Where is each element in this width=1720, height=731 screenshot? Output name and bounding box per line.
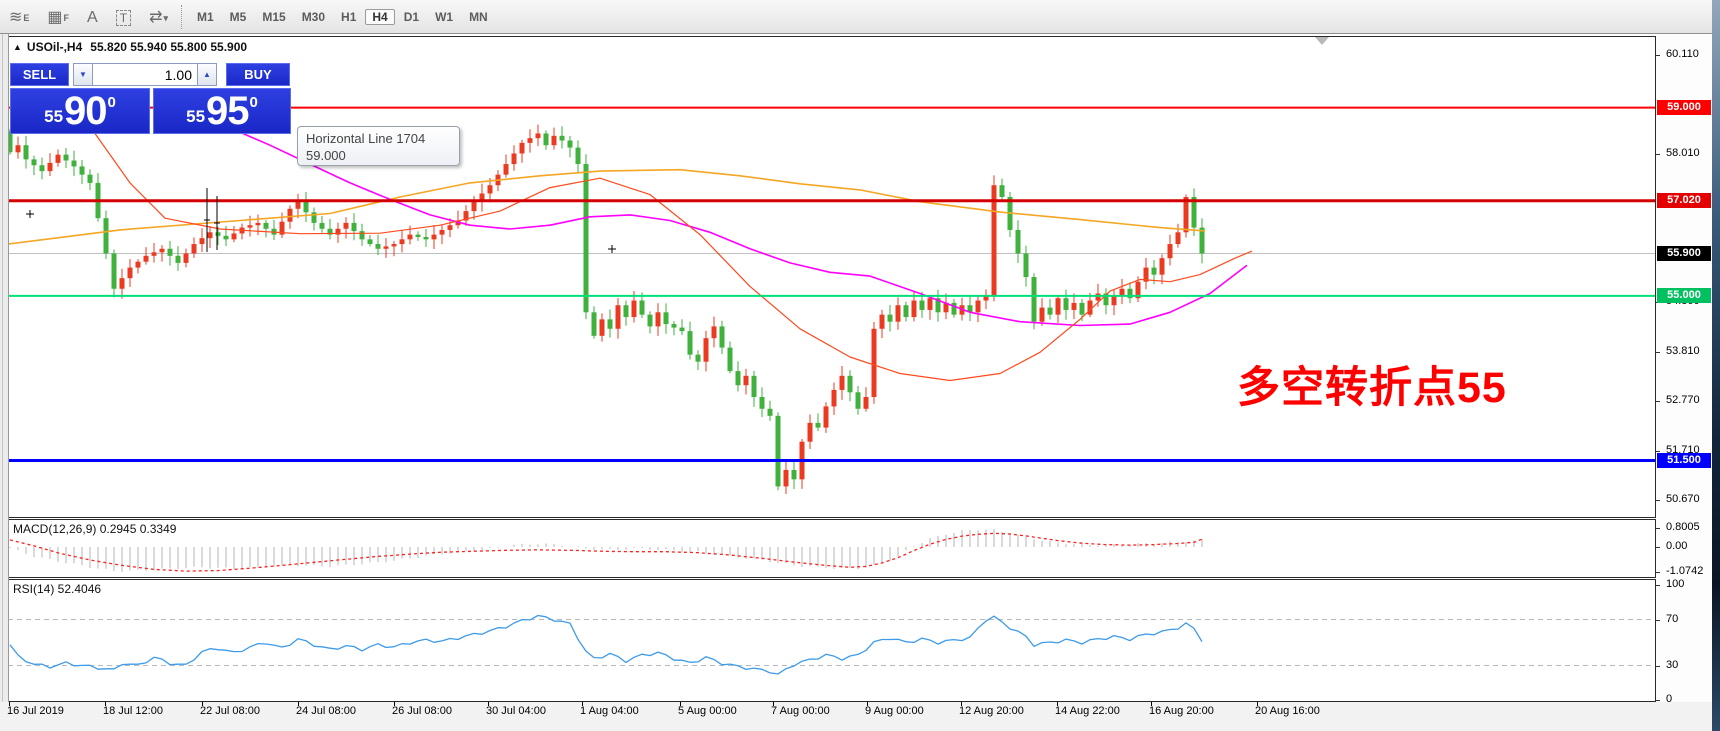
sell-price-big: 90 [64, 91, 107, 131]
toolbar-icons: ≋E ▦F AT ⇄▾ [0, 4, 177, 29]
toolbar: ≋E ▦F AT ⇄▾ M1M5M15M30H1H4D1W1MN [0, 0, 1712, 34]
sell-price-small: 55 [44, 107, 63, 127]
sell-button[interactable]: SELL [10, 63, 69, 86]
one-click-trading-panel: SELL ▼ ▲ BUY 55 90 0 55 95 0 [10, 63, 291, 134]
sell-price-button[interactable]: 55 90 0 [10, 88, 150, 134]
annotation-text: 多空转折点55 [1237, 353, 1507, 415]
volume-increase-button[interactable]: ▲ [197, 63, 217, 86]
buy-price-sup: 0 [250, 94, 258, 111]
timeframe-button-mn[interactable]: MN [462, 9, 495, 25]
mt4-terminal-window: ≋E ▦F AT ⇄▾ M1M5M15M30H1H4D1W1MN ▲ USOil-,H… [0, 0, 1720, 731]
chart-shift-marker-icon[interactable] [1315, 37, 1329, 45]
cursor-arrows-icon[interactable]: ⇄▾ [149, 5, 168, 29]
rsi-series [8, 616, 1656, 674]
collapse-icon[interactable]: ▲ [13, 42, 22, 52]
chevron-down-icon: ▼ [79, 70, 87, 79]
timeframe-button-h4[interactable]: H4 [365, 9, 394, 25]
expert-advisor-icon[interactable]: ≋E [9, 5, 29, 29]
timeframe-button-d1[interactable]: D1 [397, 9, 426, 25]
ohlc-values: 55.820 55.940 55.800 55.900 [90, 40, 247, 54]
sell-price-sup: 0 [108, 94, 116, 111]
grid-window-icon[interactable]: ▦F [47, 5, 69, 29]
timeframe-button-m5[interactable]: M5 [223, 9, 254, 25]
timeframe-button-m30[interactable]: M30 [295, 9, 332, 25]
buy-price-button[interactable]: 55 95 0 [153, 88, 291, 134]
macd-label: MACD(12,26,9) 0.2945 0.3349 [13, 522, 176, 536]
buy-button[interactable]: BUY [226, 63, 290, 86]
chevron-up-icon: ▲ [203, 70, 211, 79]
macd-series [10, 529, 1202, 572]
volume-input[interactable] [93, 63, 197, 86]
chart-header: ▲ USOil-,H4 55.820 55.940 55.800 55.900 [13, 40, 247, 54]
rsi-label: RSI(14) 52.4046 [13, 582, 101, 596]
timeframe-button-m15[interactable]: M15 [255, 9, 292, 25]
symbol-label: USOil-,H4 [27, 40, 82, 54]
buy-price-small: 55 [186, 107, 205, 127]
timeframe-toolbar: M1M5M15M30H1H4D1W1MN [189, 5, 496, 29]
main-chart-series [8, 108, 1657, 494]
text-box-icon[interactable]: T [116, 4, 131, 28]
object-tooltip: Horizontal Line 1704 59.000 [297, 126, 460, 166]
volume-decrease-button[interactable]: ▼ [73, 63, 93, 86]
tooltip-value: 59.000 [306, 147, 451, 164]
timeframe-button-m1[interactable]: M1 [190, 9, 221, 25]
timeframe-button-w1[interactable]: W1 [428, 9, 460, 25]
desktop-edge-strip [1712, 0, 1720, 731]
toolbar-separator [181, 5, 183, 29]
tooltip-title: Horizontal Line 1704 [306, 130, 451, 147]
text-label-icon[interactable]: A [87, 5, 98, 29]
macd-signal-line [10, 533, 1202, 571]
timeframe-button-h1[interactable]: H1 [334, 9, 363, 25]
buy-price-big: 95 [206, 91, 249, 131]
